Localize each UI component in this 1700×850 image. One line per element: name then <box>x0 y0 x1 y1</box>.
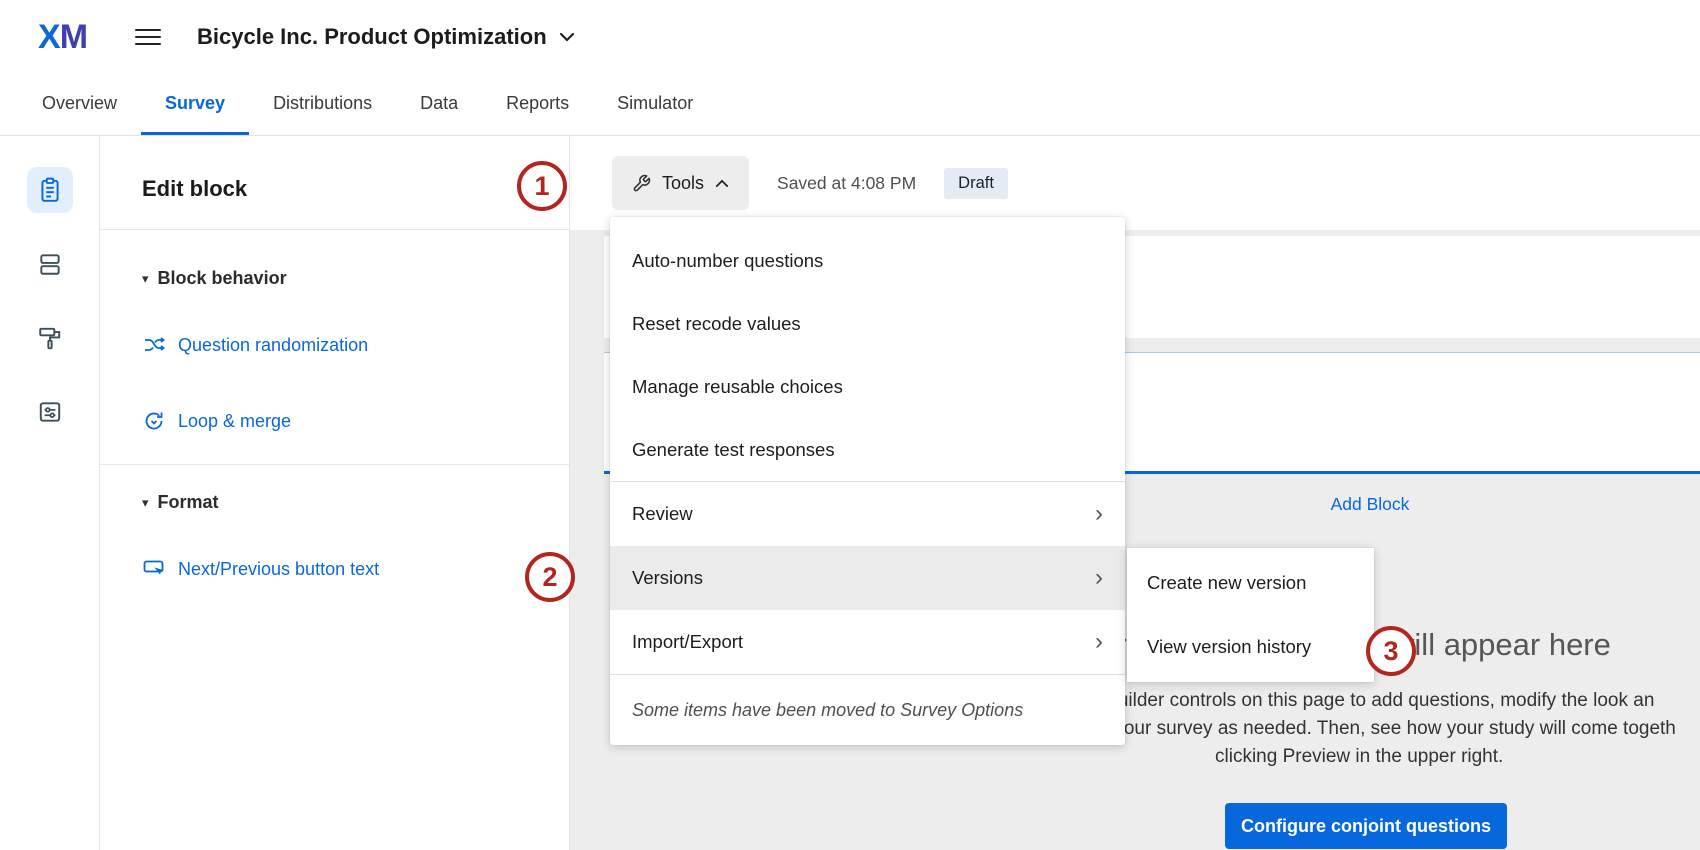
tools-button[interactable]: Tools <box>612 156 750 210</box>
tools-button-label: Tools <box>662 172 705 193</box>
chevron-right-icon: › <box>1095 564 1103 591</box>
triangle-down-icon: ▾ <box>142 270 149 286</box>
edit-block-panel: Edit block ▾ Block behavior Question ran… <box>100 136 570 850</box>
tab-distributions[interactable]: Distributions <box>249 74 396 135</box>
section-block-behavior[interactable]: ▾ Block behavior <box>142 268 569 289</box>
tab-data[interactable]: Data <box>396 74 482 135</box>
sliders-icon <box>39 402 60 422</box>
blocks-icon <box>39 254 60 275</box>
triangle-down-icon: ▾ <box>142 494 149 510</box>
section-format[interactable]: ▾ Format <box>142 492 569 513</box>
menu-item-auto-number-questions[interactable]: Auto-number questions <box>610 229 1125 292</box>
menu-item-import-export[interactable]: Import/Export › <box>610 610 1125 674</box>
submenu-item-create-new-version[interactable]: Create new version <box>1127 551 1374 615</box>
divider <box>100 464 569 465</box>
page: { "header": { "logo_x": "X", "logo_m": "… <box>0 0 1700 850</box>
tab-reports[interactable]: Reports <box>482 74 593 135</box>
rail-item-survey-flow[interactable] <box>27 241 73 287</box>
wrench-icon <box>633 174 651 191</box>
status-badge: Draft <box>944 167 1008 199</box>
project-title-dropdown[interactable]: Bicycle Inc. Product Optimization <box>197 24 575 50</box>
survey-canvas: Tools Saved at 4:08 PM Draft Add Block Y… <box>570 136 1700 850</box>
chevron-up-icon <box>715 179 729 187</box>
rail-item-builder[interactable] <box>26 167 73 213</box>
link-question-randomization[interactable]: Question randomization <box>142 333 569 357</box>
xm-logo[interactable]: X M <box>38 17 88 57</box>
shuffle-icon <box>145 337 165 351</box>
tools-menu: Auto-number questions Reset recode value… <box>610 217 1125 745</box>
app-header: X M Bicycle Inc. Product Optimization <box>0 0 1700 74</box>
hamburger-menu-icon[interactable] <box>135 24 162 50</box>
submenu-item-view-version-history[interactable]: View version history <box>1127 615 1374 679</box>
tab-survey[interactable]: Survey <box>141 74 250 135</box>
configure-conjoint-questions-button[interactable]: Configure conjoint questions <box>1225 803 1507 849</box>
annotation-circle-1: 1 <box>517 161 567 211</box>
button-cursor-icon <box>143 560 165 575</box>
loop-icon <box>145 412 163 430</box>
panel-title: Edit block <box>142 176 248 201</box>
link-next-previous-button-text[interactable]: Next/Previous button text <box>142 557 569 581</box>
annotation-circle-2: 2 <box>525 552 575 602</box>
link-loop-and-merge[interactable]: Loop & merge <box>142 409 569 433</box>
add-block-button[interactable]: Add Block <box>1325 494 1415 515</box>
autosave-status: Saved at 4:08 PM <box>777 172 917 193</box>
empty-state-text: clicking Preview in the upper right. <box>1215 746 1504 767</box>
menu-item-versions[interactable]: Versions › <box>610 546 1125 610</box>
rail-item-look-and-feel[interactable] <box>27 315 73 361</box>
paint-roller-icon <box>38 327 60 350</box>
tab-overview[interactable]: Overview <box>18 74 141 135</box>
rail-item-survey-options[interactable] <box>27 389 73 435</box>
menu-item-generate-test-responses[interactable]: Generate test responses <box>610 418 1125 481</box>
project-nav-tabs: Overview Survey Distributions Data Repor… <box>0 74 1700 136</box>
project-title: Bicycle Inc. Product Optimization <box>197 24 547 49</box>
menu-item-manage-reusable-choices[interactable]: Manage reusable choices <box>610 355 1125 418</box>
clipboard-list-icon <box>40 177 59 202</box>
annotation-circle-3: 3 <box>1366 626 1416 676</box>
menu-item-review[interactable]: Review › <box>610 482 1125 546</box>
chevron-right-icon: › <box>1095 628 1103 655</box>
menu-item-reset-recode-values[interactable]: Reset recode values <box>610 292 1125 355</box>
logo-letter-m: M <box>59 17 88 56</box>
chevron-right-icon: › <box>1095 500 1103 527</box>
divider <box>100 229 569 230</box>
logo-letter-x: X <box>38 17 61 56</box>
survey-toolbar: Tools Saved at 4:08 PM Draft <box>570 136 1700 230</box>
chevron-down-icon <box>559 32 574 42</box>
tab-simulator[interactable]: Simulator <box>593 74 717 135</box>
menu-footer-note: Some items have been moved to Survey Opt… <box>632 699 1024 720</box>
builder-icon-rail <box>0 136 100 850</box>
versions-submenu: Create new version View version history <box>1127 548 1374 682</box>
